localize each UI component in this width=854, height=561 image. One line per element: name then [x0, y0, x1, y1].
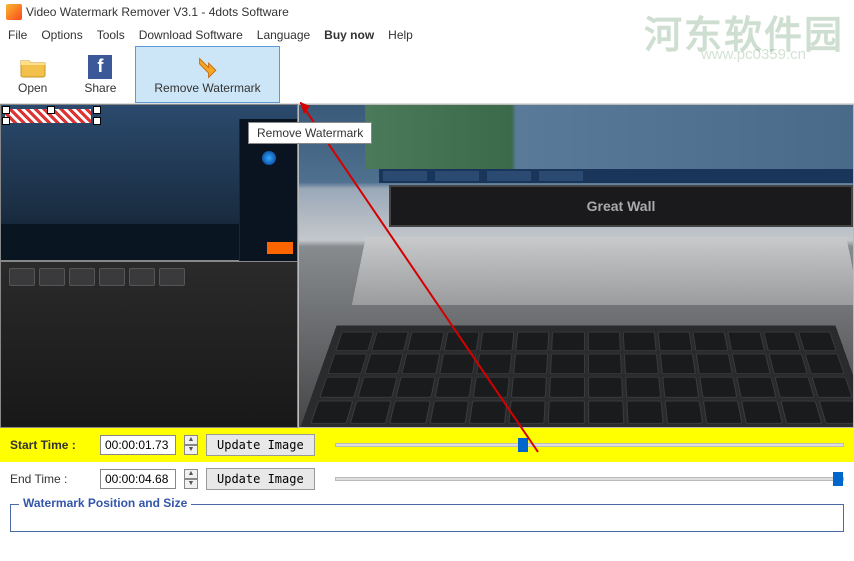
end-time-spinner[interactable]: ▲▼ [184, 469, 198, 489]
spin-down-icon[interactable]: ▼ [184, 445, 198, 455]
open-button[interactable]: Open [0, 46, 66, 103]
menu-options[interactable]: Options [41, 28, 82, 42]
menu-download[interactable]: Download Software [139, 28, 243, 42]
remove-label: Remove Watermark [154, 81, 260, 95]
start-slider-thumb[interactable] [518, 438, 528, 452]
end-time-input[interactable] [100, 469, 176, 489]
selection-handle[interactable] [2, 106, 10, 114]
thumbnail-end[interactable] [0, 261, 298, 428]
titlebar: Video Watermark Remover V3.1 - 4dots Sof… [0, 0, 854, 24]
share-label: Share [84, 81, 116, 95]
open-label: Open [18, 81, 47, 95]
selection-handle[interactable] [2, 117, 10, 125]
end-slider[interactable] [335, 477, 844, 481]
end-slider-thumb[interactable] [833, 472, 843, 486]
content-area: Great Wall [0, 104, 854, 428]
selection-handle[interactable] [93, 117, 101, 125]
thumb-bottom-bar [1, 224, 239, 260]
monitor-brand: Great Wall [389, 185, 853, 227]
thumb-orange-button [267, 242, 293, 254]
end-time-row: End Time : ▲▼ Update Image [0, 462, 854, 496]
spin-up-icon[interactable]: ▲ [184, 435, 198, 445]
selection-handle[interactable] [93, 106, 101, 114]
menu-help[interactable]: Help [388, 28, 413, 42]
folder-icon [19, 55, 47, 79]
menu-tools[interactable]: Tools [97, 28, 125, 42]
menubar: File Options Tools Download Software Lan… [0, 24, 854, 46]
start-update-button[interactable]: Update Image [206, 434, 315, 456]
thumbnails-column [0, 104, 298, 428]
start-time-input[interactable] [100, 435, 176, 455]
groupbox-title: Watermark Position and Size [19, 496, 191, 510]
start-time-spinner[interactable]: ▲▼ [184, 435, 198, 455]
remove-watermark-button[interactable]: Remove Watermark [135, 46, 279, 103]
selection-handle[interactable] [47, 106, 55, 114]
remove-arrow-icon [194, 55, 222, 79]
share-button[interactable]: f Share [66, 46, 135, 103]
end-time-label: End Time : [10, 472, 92, 486]
facebook-icon: f [86, 55, 114, 79]
start-time-row: Start Time : ▲▼ Update Image [0, 428, 854, 462]
app-icon [6, 4, 22, 20]
start-slider[interactable] [335, 443, 844, 447]
start-time-label: Start Time : [10, 438, 92, 452]
menu-language[interactable]: Language [257, 28, 310, 42]
remove-watermark-tooltip: Remove Watermark [248, 122, 372, 144]
toolbar: Open f Share Remove Watermark [0, 46, 854, 104]
menu-buynow[interactable]: Buy now [324, 28, 374, 42]
watermark-position-groupbox: Watermark Position and Size [10, 504, 844, 532]
menu-file[interactable]: File [8, 28, 27, 42]
spin-up-icon[interactable]: ▲ [184, 469, 198, 479]
preview-image: Great Wall [299, 105, 853, 427]
spin-down-icon[interactable]: ▼ [184, 479, 198, 489]
end-update-button[interactable]: Update Image [206, 468, 315, 490]
preview-pane[interactable]: Great Wall [298, 104, 854, 428]
window-title: Video Watermark Remover V3.1 - 4dots Sof… [26, 5, 289, 19]
